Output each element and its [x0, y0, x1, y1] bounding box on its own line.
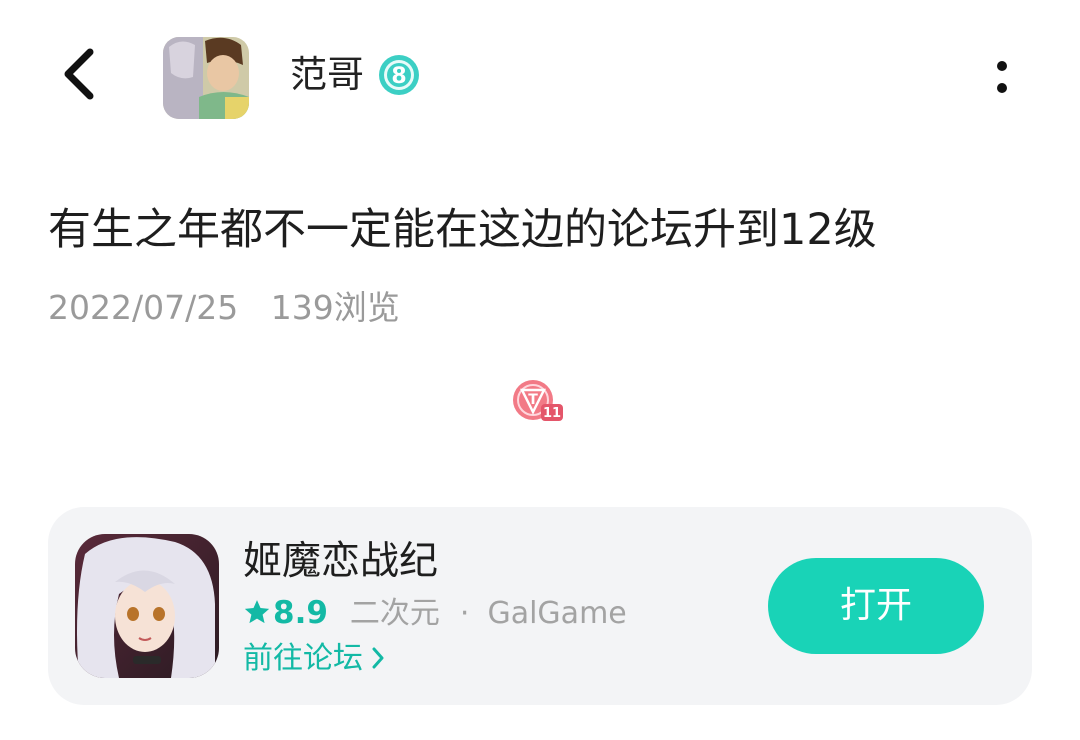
- star-icon: [244, 600, 270, 624]
- game-name[interactable]: 姬魔恋战纪: [243, 535, 438, 589]
- post-date: 2022/07/25: [48, 288, 239, 327]
- level-emoji-icon: T 11: [511, 378, 563, 422]
- more-button[interactable]: [982, 56, 1022, 100]
- emoji-badge-number: 11: [543, 406, 561, 421]
- game-info: 8.9 二次元 · GalGame: [243, 591, 627, 636]
- go-to-forum-link[interactable]: 前往论坛: [243, 637, 387, 681]
- level-badge: 8: [378, 54, 420, 96]
- post-views: 139浏览: [270, 288, 400, 327]
- game-card[interactable]: 姬魔恋战纪 8.9 二次元 · GalGame 前往论坛 打开: [48, 507, 1032, 705]
- game-category-tag: GalGame: [487, 596, 627, 631]
- username[interactable]: 范哥: [290, 51, 364, 99]
- more-vertical-icon: [997, 61, 1007, 93]
- game-rating: 8.9: [273, 595, 328, 631]
- post-meta: 2022/07/25 139浏览: [48, 286, 400, 330]
- post-page: 范哥 8 有生之年都不一定能在这边的论坛升到12级 2022/07/25 139…: [0, 0, 1080, 740]
- chevron-left-icon: [64, 48, 94, 100]
- post-title: 有生之年都不一定能在这边的论坛升到12级: [48, 205, 877, 255]
- game-genre-tag: 二次元: [349, 596, 440, 631]
- game-icon[interactable]: [75, 534, 219, 678]
- back-button[interactable]: [54, 44, 114, 104]
- avatar[interactable]: [163, 37, 249, 119]
- chevron-right-icon: [372, 647, 384, 669]
- level-number: 8: [391, 64, 406, 89]
- tag-separator: ·: [459, 596, 470, 631]
- open-button[interactable]: 打开: [768, 558, 984, 654]
- go-to-forum-label: 前往论坛: [243, 641, 363, 676]
- emoji-badge-letter: T: [528, 392, 538, 408]
